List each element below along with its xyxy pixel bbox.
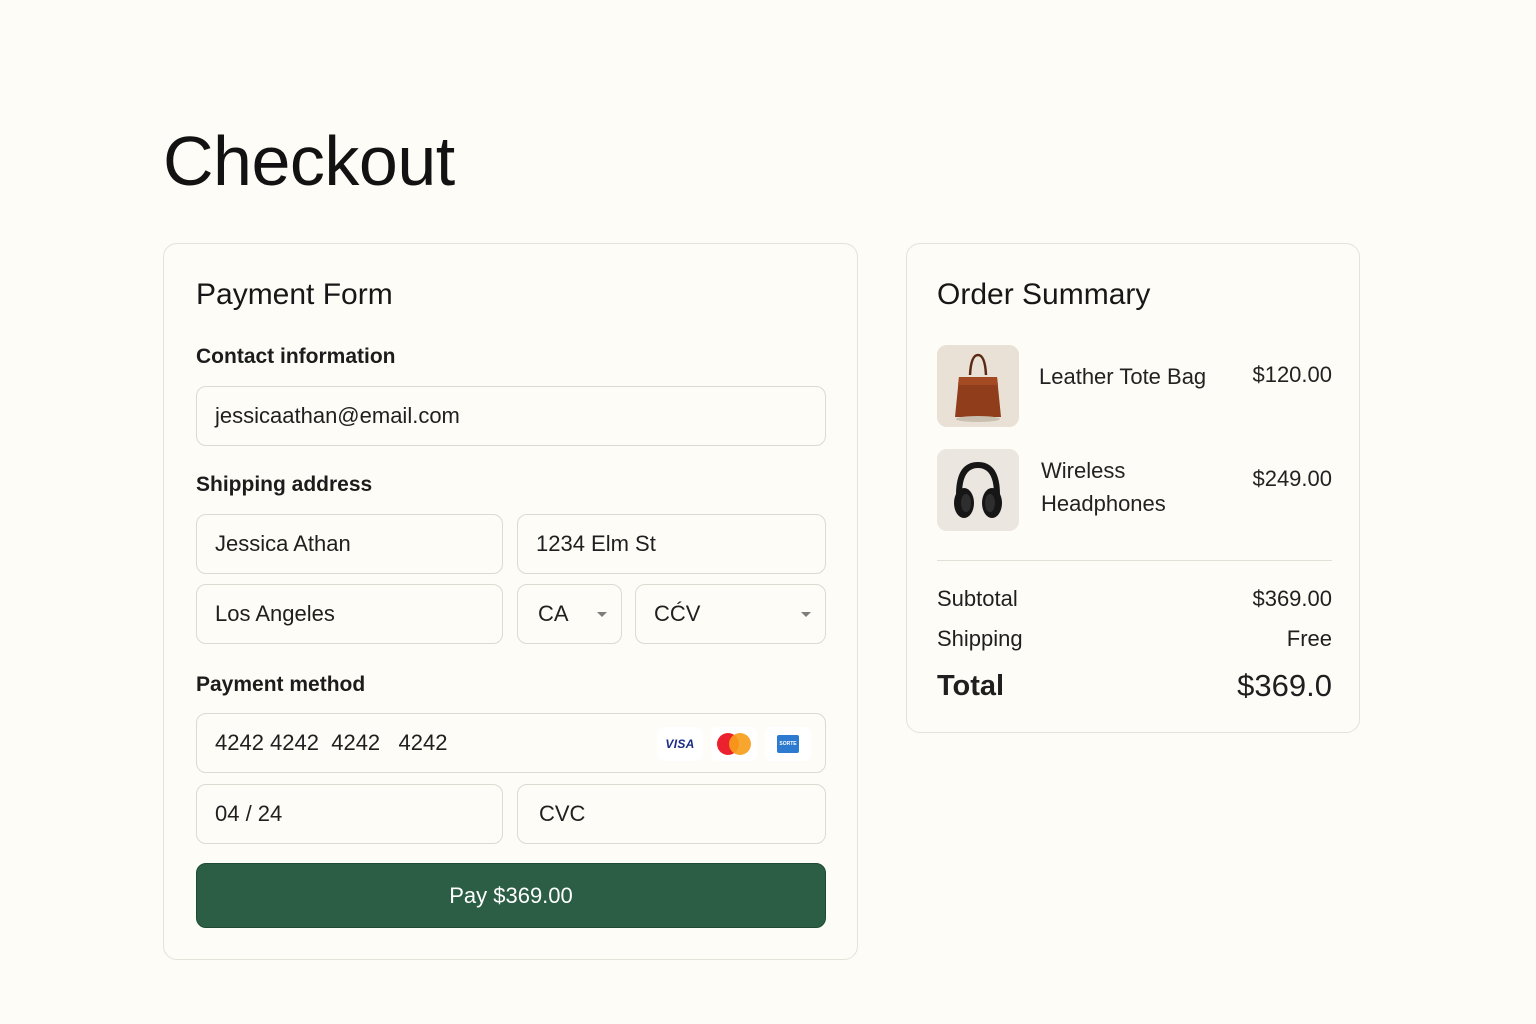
payment-form-title: Payment Form — [196, 278, 393, 311]
state-select[interactable]: CA — [517, 584, 622, 644]
subtotal-value: $369.00 — [1252, 586, 1332, 611]
email-field[interactable]: jessicaathan@email.com — [196, 386, 826, 446]
pay-button[interactable]: Pay $369.00 — [196, 863, 826, 928]
cvc-field[interactable]: CVC — [517, 784, 826, 844]
name-value: Jessica Athan — [215, 531, 351, 556]
item-name: Leather Tote Bag — [1039, 364, 1207, 389]
card-brand-icons: VISA SORTE — [657, 727, 811, 761]
card-brand-icon: SORTE — [765, 727, 811, 761]
payment-form-card: Payment Form Contact information jessica… — [163, 243, 858, 960]
total-value: $369.0 — [1237, 668, 1332, 703]
card-brand-text: SORTE — [777, 735, 799, 753]
shipping-label: Shipping — [937, 626, 1023, 651]
tote-bag-icon — [937, 345, 1019, 427]
card-number-field[interactable]: 4242 4242 4242 4242 VISA SORTE — [196, 713, 826, 773]
chevron-down-icon — [801, 612, 811, 617]
zip-select[interactable]: CĆV — [635, 584, 826, 644]
item-price: $120.00 — [1252, 362, 1332, 387]
visa-icon: VISA — [657, 727, 703, 761]
email-value: jessicaathan@email.com — [215, 403, 460, 428]
state-value: CA — [538, 601, 569, 626]
order-summary-card: Order Summary Leather Tote Bag $120.00 W… — [906, 243, 1360, 733]
headphones-icon — [937, 449, 1019, 531]
total-label: Total — [937, 670, 1005, 702]
street-value: 1234 Elm St — [536, 531, 656, 556]
city-value: Los Angeles — [215, 601, 335, 626]
summary-divider — [937, 560, 1332, 561]
shipping-value: Free — [1286, 626, 1332, 651]
street-field[interactable]: 1234 Elm St — [517, 514, 826, 574]
cvc-value: CVC — [539, 801, 586, 826]
expiry-field[interactable]: 04 / 24 — [196, 784, 503, 844]
mastercard-icon — [711, 727, 757, 761]
zip-value: CĆV — [654, 601, 701, 626]
shipping-section-label: Shipping address — [196, 473, 373, 496]
subtotal-label: Subtotal — [937, 586, 1018, 611]
city-field[interactable]: Los Angeles — [196, 584, 503, 644]
item-price: $249.00 — [1252, 466, 1332, 491]
name-field[interactable]: Jessica Athan — [196, 514, 503, 574]
contact-section-label: Contact information — [196, 345, 396, 368]
page-title: Checkout — [163, 122, 455, 200]
item-name: Wireless Headphones — [1041, 458, 1166, 516]
order-summary-title: Order Summary — [937, 278, 1151, 311]
expiry-value: 04 / 24 — [215, 801, 283, 826]
chevron-down-icon — [597, 612, 607, 617]
card-number-value: 4242 4242 4242 4242 — [215, 730, 448, 755]
visa-label: VISA — [665, 737, 695, 751]
payment-section-label: Payment method — [196, 673, 366, 696]
